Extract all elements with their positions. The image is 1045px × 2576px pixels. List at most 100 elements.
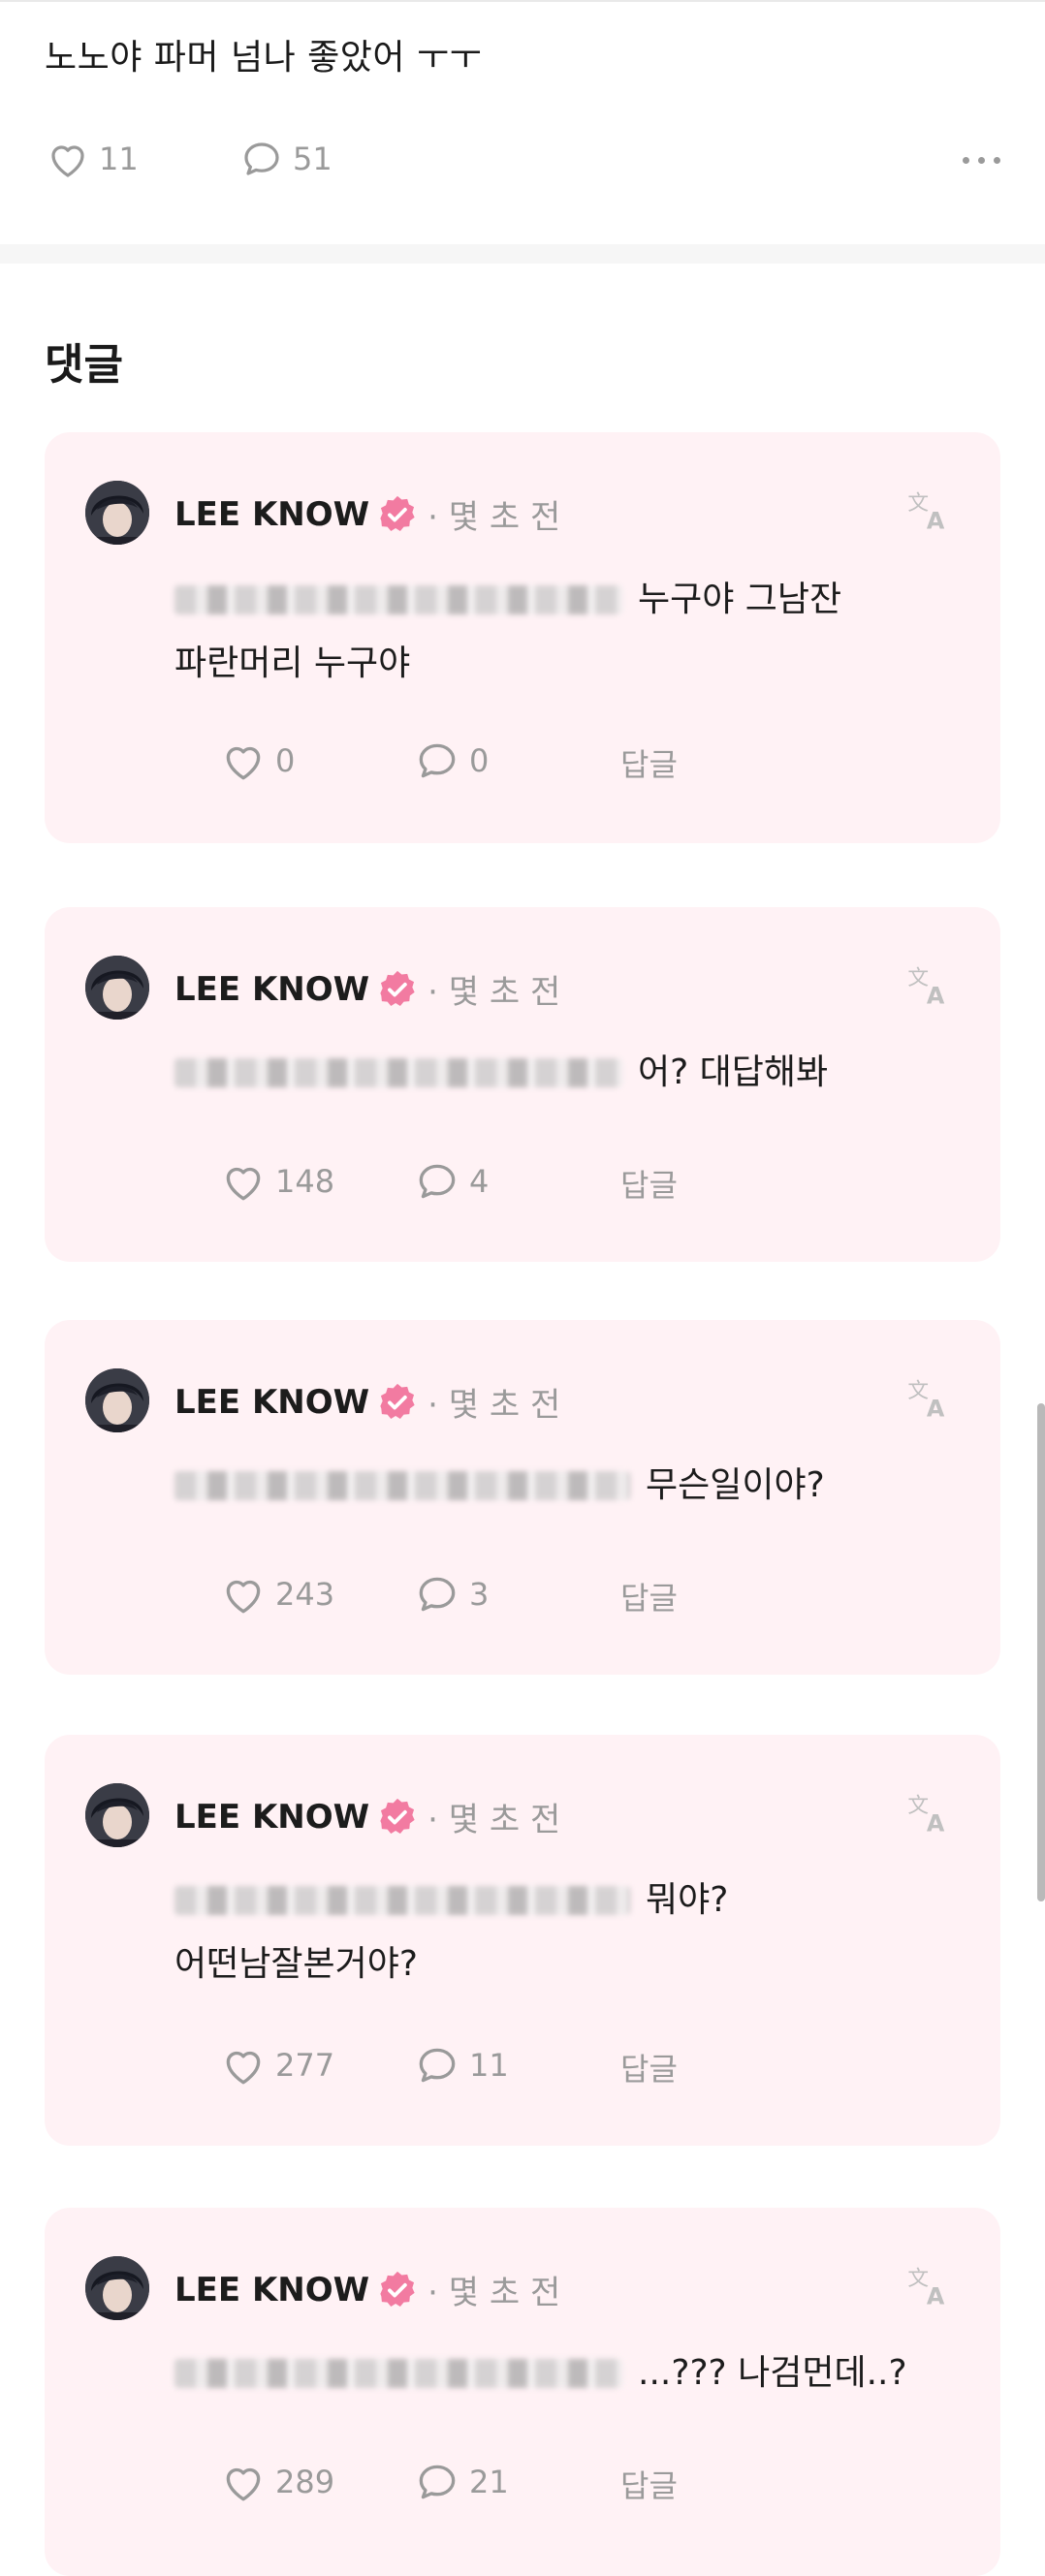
heart-icon bbox=[226, 2051, 261, 2085]
top-divider bbox=[0, 0, 1045, 2]
comment-reply-count-button[interactable]: 11 bbox=[413, 2041, 509, 2089]
scrollbar[interactable] bbox=[1037, 1403, 1045, 1901]
post-comment-button[interactable]: 51 bbox=[238, 136, 332, 182]
reply-button[interactable]: 답글 bbox=[620, 740, 678, 785]
post-like-button[interactable]: 11 bbox=[45, 136, 139, 182]
avatar-image bbox=[85, 481, 149, 545]
avatar-image bbox=[85, 956, 149, 1020]
blurred-mention bbox=[174, 1471, 630, 1500]
reply-button[interactable]: 답글 bbox=[620, 1161, 678, 1206]
comment-reply-count-button[interactable]: 21 bbox=[413, 2458, 509, 2506]
verified-badge-icon bbox=[380, 1798, 415, 1834]
comment-reply-count: 11 bbox=[469, 2047, 509, 2084]
comment-card: LEE KNOW · 몇 초 전 文 A 무슨일이야? 243 3 답글 bbox=[45, 1320, 1000, 1675]
comments-section-title: 댓글 bbox=[45, 340, 123, 390]
avatar-image bbox=[85, 2256, 149, 2320]
comment-author-row: LEE KNOW · 몇 초 전 bbox=[174, 1378, 560, 1426]
comment-card: LEE KNOW · 몇 초 전 文 A ...??? 나검먼데..? 289 … bbox=[45, 2208, 1000, 2576]
comment-actions: 289 21 답글 bbox=[174, 2458, 950, 2506]
comment-icon bbox=[419, 2465, 456, 2499]
avatar[interactable] bbox=[85, 1368, 149, 1432]
comment-card: LEE KNOW · 몇 초 전 文 A 뭐야? 어떤남잘본거야? 277 11… bbox=[45, 1735, 1000, 2146]
comment-reply-count-button[interactable]: 3 bbox=[413, 1570, 489, 1618]
svg-text:A: A bbox=[927, 1396, 945, 1423]
blurred-mention bbox=[174, 585, 622, 614]
comment-like-button[interactable]: 243 bbox=[219, 1570, 334, 1618]
comment-reply-count: 3 bbox=[469, 1576, 490, 1613]
comment-actions: 243 3 답글 bbox=[174, 1570, 950, 1618]
comment-reply-count-button[interactable]: 0 bbox=[413, 737, 489, 785]
comment-icon bbox=[419, 1164, 456, 1199]
avatar[interactable] bbox=[85, 481, 149, 545]
post-like-count: 11 bbox=[99, 141, 139, 177]
reply-button[interactable]: 답글 bbox=[620, 2045, 678, 2089]
verified-badge-icon bbox=[380, 2271, 415, 2307]
heart-icon bbox=[51, 145, 84, 177]
comment-time: · 몇 초 전 bbox=[428, 2274, 561, 2312]
blurred-mention bbox=[174, 1058, 622, 1087]
avatar[interactable] bbox=[85, 2256, 149, 2320]
comment-reply-count: 4 bbox=[469, 1163, 490, 1200]
author-name[interactable]: LEE KNOW bbox=[174, 970, 369, 1009]
comment-text: 무슨일이야? bbox=[174, 1454, 825, 1518]
comment-reply-count-button[interactable]: 4 bbox=[413, 1157, 489, 1206]
comment-like-count: 148 bbox=[275, 1163, 335, 1200]
translate-icon[interactable]: 文 A bbox=[903, 2260, 954, 2310]
author-name[interactable]: LEE KNOW bbox=[174, 1383, 369, 1422]
dot-icon bbox=[978, 156, 985, 164]
comment-card: LEE KNOW · 몇 초 전 文 A 어? 대답해봐 148 4 답글 bbox=[45, 907, 1000, 1262]
author-name[interactable]: LEE KNOW bbox=[174, 495, 369, 534]
heart-icon bbox=[226, 1580, 261, 1614]
comment-like-button[interactable]: 148 bbox=[219, 1157, 334, 1206]
comment-text: ...??? 나검먼데..? bbox=[174, 2341, 907, 2405]
translate-icon[interactable]: 文 A bbox=[903, 485, 954, 535]
comment-text: 뭐야? 어떤남잘본거야? bbox=[174, 1880, 729, 1984]
translate-icon[interactable]: 文 A bbox=[903, 1787, 954, 1838]
svg-text:文: 文 bbox=[907, 491, 929, 516]
dot-icon bbox=[963, 156, 969, 164]
comment-time: · 몇 초 전 bbox=[428, 498, 561, 537]
more-options-button[interactable] bbox=[963, 136, 1000, 184]
comment-text: 어? 대답해봐 bbox=[174, 1041, 828, 1105]
comment-actions: 0 0 답글 bbox=[174, 737, 950, 785]
svg-text:A: A bbox=[927, 2283, 945, 2310]
comment-reply-count: 0 bbox=[469, 742, 490, 779]
comment-icon bbox=[244, 142, 279, 175]
dot-icon bbox=[994, 156, 1000, 164]
svg-text:A: A bbox=[927, 983, 945, 1010]
comment-icon bbox=[419, 2048, 456, 2083]
svg-text:文: 文 bbox=[907, 966, 929, 990]
comment-time: · 몇 초 전 bbox=[428, 973, 561, 1012]
comment-text: 누구야 그남잔 파란머리 누구야 bbox=[174, 580, 842, 683]
post-actions: 11 51 bbox=[45, 136, 1000, 184]
comment-icon bbox=[419, 1577, 456, 1612]
verified-badge-icon bbox=[380, 970, 415, 1006]
svg-text:A: A bbox=[927, 1810, 945, 1838]
comment-like-button[interactable]: 289 bbox=[219, 2458, 334, 2506]
translate-icon[interactable]: 文 A bbox=[903, 959, 954, 1010]
svg-text:文: 文 bbox=[907, 2267, 929, 2291]
post-comment-count: 51 bbox=[293, 141, 332, 177]
comment-author-row: LEE KNOW · 몇 초 전 bbox=[174, 490, 560, 538]
avatar[interactable] bbox=[85, 956, 149, 1020]
svg-text:A: A bbox=[927, 508, 945, 535]
comment-like-count: 243 bbox=[275, 1576, 335, 1613]
comment-reply-count: 21 bbox=[469, 2464, 509, 2500]
reply-button[interactable]: 답글 bbox=[620, 2462, 678, 2506]
comment-actions: 277 11 답글 bbox=[174, 2041, 950, 2089]
author-name[interactable]: LEE KNOW bbox=[174, 1798, 369, 1837]
translate-icon[interactable]: 文 A bbox=[903, 1372, 954, 1423]
section-divider bbox=[0, 244, 1045, 264]
blurred-mention bbox=[174, 1886, 630, 1915]
svg-text:文: 文 bbox=[907, 1794, 929, 1818]
post-text: 노노야 파머 넘나 좋았어 ㅜㅜ bbox=[45, 38, 483, 78]
avatar[interactable] bbox=[85, 1783, 149, 1847]
comment-like-button[interactable]: 277 bbox=[219, 2041, 334, 2089]
comment-author-row: LEE KNOW · 몇 초 전 bbox=[174, 965, 560, 1013]
comment-like-button[interactable]: 0 bbox=[219, 737, 295, 785]
heart-icon bbox=[226, 746, 261, 780]
author-name[interactable]: LEE KNOW bbox=[174, 2271, 369, 2309]
verified-badge-icon bbox=[380, 1383, 415, 1419]
reply-button[interactable]: 답글 bbox=[620, 1574, 678, 1618]
avatar-image bbox=[85, 1783, 149, 1847]
